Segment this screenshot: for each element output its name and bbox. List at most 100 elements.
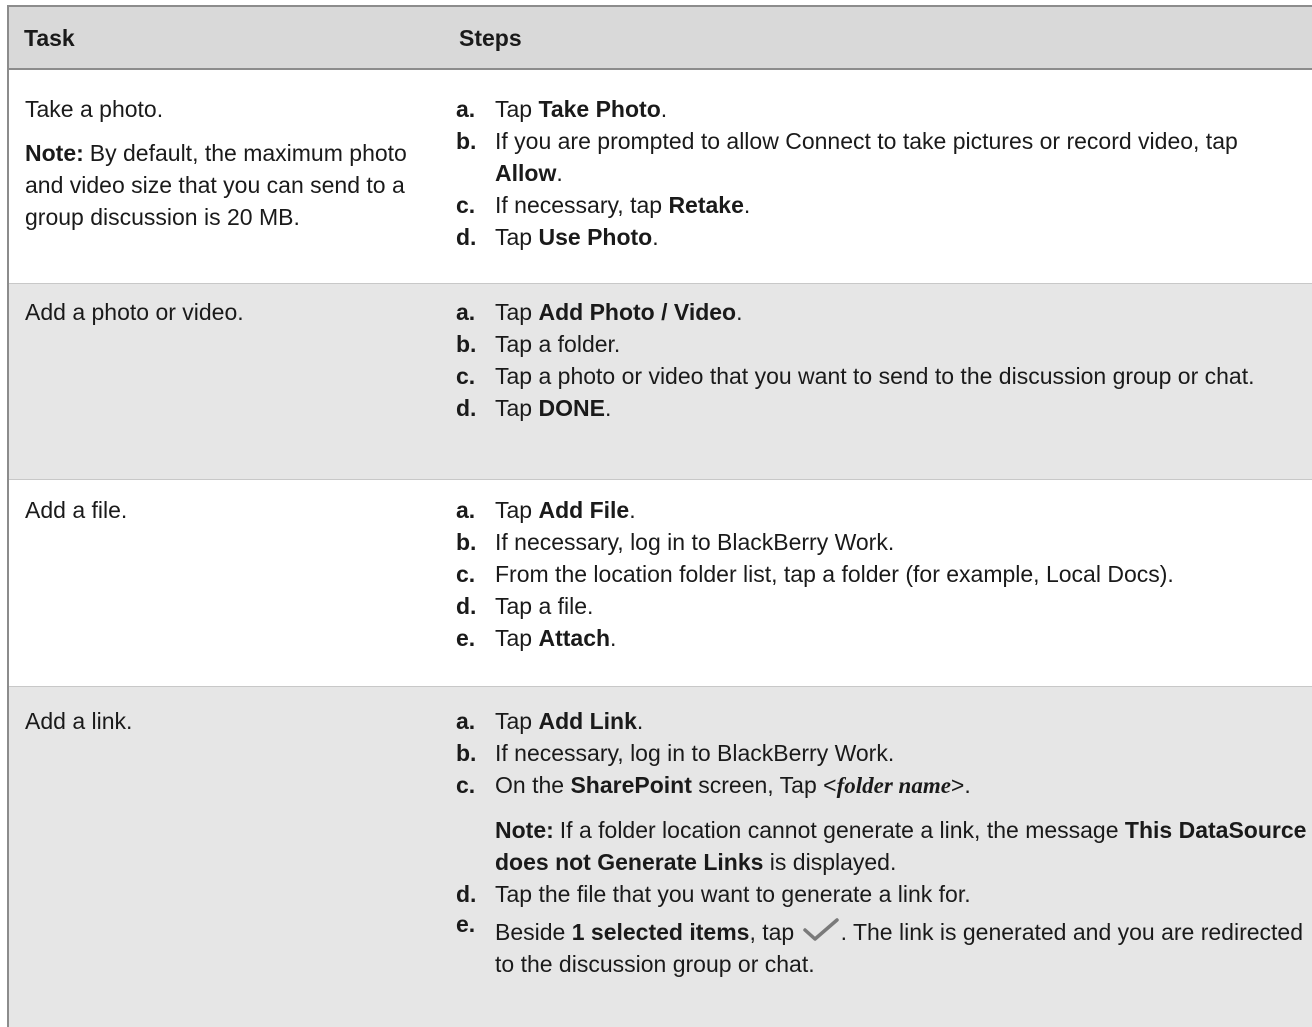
step-letter: a. <box>456 299 476 325</box>
step-mid: , tap <box>749 919 801 945</box>
header-task: Task <box>24 24 75 51</box>
step-letter: c. <box>456 192 476 218</box>
step-letter: d. <box>456 593 477 619</box>
list-item: c. From the location folder list, tap a f… <box>456 558 1308 590</box>
step-letter: d. <box>456 224 477 250</box>
table-row-add-file: Add a file. a. Tap Add File. b. If necessa… <box>9 480 1312 687</box>
task-text: Take a photo. <box>25 96 164 122</box>
list-item: c. Tap a photo or video that you want to … <box>456 360 1308 392</box>
step-text: Tap Use Photo. <box>495 221 1308 253</box>
header-steps: Steps <box>459 24 522 51</box>
step-pre: If necessary, tap <box>495 192 669 218</box>
step-letter: b. <box>456 128 477 154</box>
step-text: Tap Attach. <box>495 622 1308 654</box>
step-post: . <box>736 299 743 325</box>
step-pre: Tap <box>495 224 539 250</box>
steps-list: a. Tap Take Photo. b. If you are prompted … <box>456 93 1308 253</box>
ui-term: Take Photo <box>538 96 661 122</box>
list-item: d. Tap a file. <box>456 590 1308 622</box>
table-row-take-photo: Take a photo. Note: By default, the maxim… <box>9 70 1312 284</box>
step-post: . <box>629 497 636 523</box>
ui-term: Retake <box>668 192 744 218</box>
step-pre: Tap <box>495 497 539 523</box>
step-text: If you are prompted to allow Connect to … <box>495 125 1308 189</box>
step-letter: c. <box>456 363 476 389</box>
step-letter: b. <box>456 529 477 555</box>
step-letter: b. <box>456 331 477 357</box>
step-text: If necessary, log in to BlackBerry Work. <box>495 529 895 555</box>
step-text: Tap Add Photo / Video. <box>495 296 1308 328</box>
task-cell: Add a photo or video. <box>9 296 444 479</box>
step-post: . <box>636 708 644 734</box>
steps-list: a. Tap Add Link. b. If necessary, log in t… <box>456 705 1308 980</box>
step-letter: b. <box>456 740 477 766</box>
list-item: d. Tap DONE. <box>456 392 1308 424</box>
step-text: Tap a folder. <box>495 331 621 357</box>
step-letter: d. <box>456 881 477 907</box>
step-text: Tap a photo or video that you want to se… <box>495 363 1255 389</box>
steps-cell: a. Tap Add File. b. If necessary, log in t… <box>444 494 1312 686</box>
checkmark-icon <box>801 916 841 944</box>
list-item: c. On the SharePoint screen, Tap <folder… <box>456 769 1308 878</box>
step-note: Note: If a folder location cannot generat… <box>495 814 1308 878</box>
task-cell: Add a file. <box>9 494 444 686</box>
step-post: . <box>556 160 563 186</box>
step-text: On the SharePoint screen, Tap <folder na… <box>495 769 1308 878</box>
ui-term: Use Photo <box>538 224 653 250</box>
step-post: . <box>743 192 751 218</box>
step-text: Tap a file. <box>495 593 594 619</box>
step-letter: a. <box>456 96 476 122</box>
task-text: Add a file. <box>25 497 128 523</box>
steps-cell: a. Tap Add Photo / Video. b. Tap a folder.… <box>444 296 1312 479</box>
step-letter: c. <box>456 772 476 798</box>
list-item: b. Tap a folder. <box>456 328 1308 360</box>
step-pre: Tap <box>495 96 539 122</box>
step-text: If necessary, log in to BlackBerry Work. <box>495 740 895 766</box>
table-row-add-link: Add a link. a. Tap Add Link. b. If necessa… <box>9 687 1312 1027</box>
step-pre: If you are prompted to allow Connect to … <box>495 128 1238 154</box>
list-item: a. Tap Take Photo. <box>456 93 1308 125</box>
step-text: Tap Add Link. <box>495 705 1308 737</box>
step-letter: a. <box>456 708 476 734</box>
step-text: Beside 1 selected items, tap . The link … <box>495 916 1308 980</box>
step-post: . <box>660 96 668 122</box>
step-pre: Tap <box>495 299 539 325</box>
ui-term: 1 selected items <box>571 919 750 945</box>
note-label: Note: <box>495 817 554 843</box>
step-pre: Tap <box>495 708 539 734</box>
step-pre: Tap <box>495 395 539 421</box>
step-post: >. <box>950 772 971 798</box>
folder-placeholder: folder name <box>836 773 951 798</box>
list-item: a. Tap Add Link. <box>456 705 1308 737</box>
ui-term: Attach <box>538 625 611 651</box>
step-letter: d. <box>456 395 477 421</box>
ui-term: SharePoint <box>570 772 692 798</box>
ui-term: Add Link <box>538 708 637 734</box>
procedure-table: Task Steps Take a photo. Note: By default… <box>7 5 1312 1027</box>
task-text: Add a photo or video. <box>25 299 244 325</box>
list-item: a. Tap Add File. <box>456 494 1308 526</box>
step-pre: Beside <box>495 919 572 945</box>
list-item: d. Tap the file that you want to generate… <box>456 878 1308 910</box>
ui-term: Add File <box>538 497 630 523</box>
task-note: Note: By default, the maximum photo and v… <box>25 137 434 233</box>
step-post: . <box>610 625 617 651</box>
step-letter: e. <box>456 625 476 651</box>
step-pre: Tap <box>495 625 539 651</box>
steps-cell: a. Tap Take Photo. b. If you are prompted … <box>444 93 1312 283</box>
step-text: Tap Add File. <box>495 494 1308 526</box>
step-text: Tap DONE. <box>495 392 1308 424</box>
note-label: Note: <box>25 140 84 166</box>
table-header: Task Steps <box>9 5 1312 70</box>
list-item: a. Tap Add Photo / Video. <box>456 296 1308 328</box>
step-pre: On the <box>495 772 571 798</box>
ui-term: DONE <box>538 395 605 421</box>
ui-term: Allow <box>495 160 557 186</box>
step-text: If necessary, tap Retake. <box>495 189 1308 221</box>
task-text: Add a link. <box>25 708 133 734</box>
task-cell: Take a photo. Note: By default, the maxim… <box>9 93 444 283</box>
steps-cell: a. Tap Add Link. b. If necessary, log in t… <box>444 705 1312 1027</box>
step-mid: screen, Tap < <box>691 772 837 798</box>
table-row-add-photo-video: Add a photo or video. a. Tap Add Photo / … <box>9 284 1312 480</box>
list-item: e. Beside 1 selected items, tap . The li… <box>456 911 1308 980</box>
